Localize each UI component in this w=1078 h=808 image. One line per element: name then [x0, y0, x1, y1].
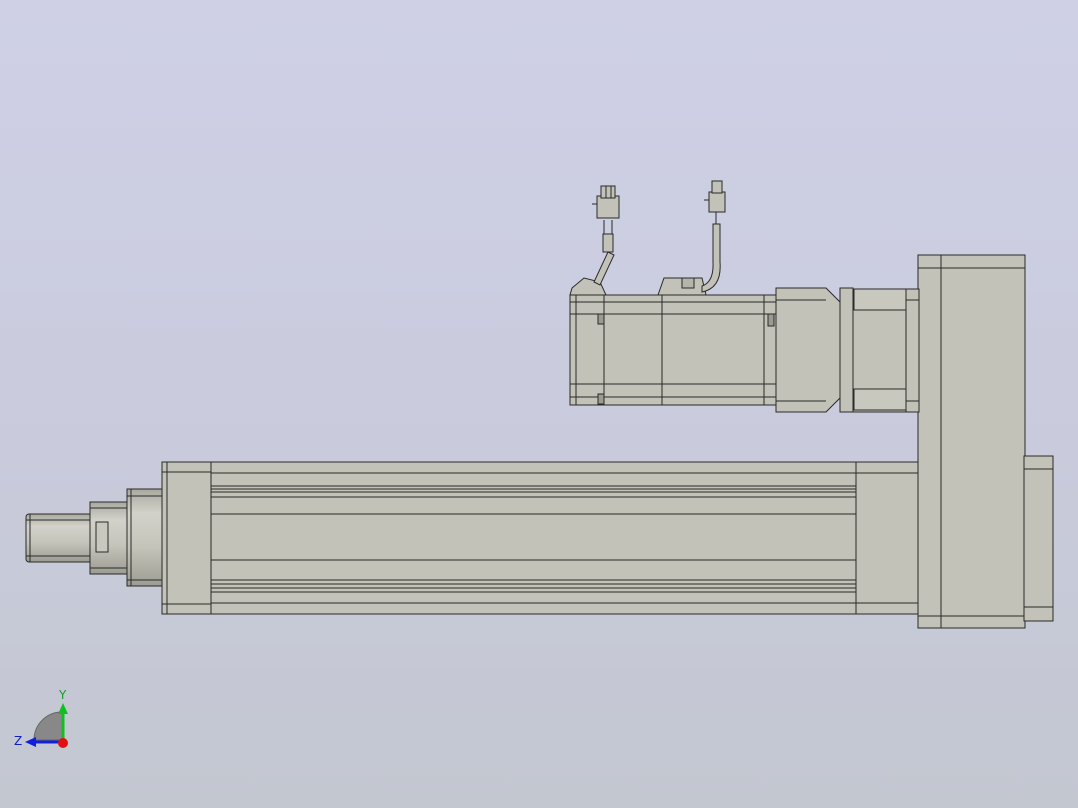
pulley-cap: [1023, 455, 1054, 622]
triad-arc: [33, 711, 63, 741]
orientation-triad[interactable]: Y Z: [14, 688, 68, 748]
front-end-cap: [161, 461, 213, 615]
rod-end: [25, 513, 93, 563]
z-axis-arrowhead: [25, 737, 36, 747]
rod-nut: [89, 501, 129, 575]
motor-coupling: [775, 287, 854, 413]
x-axis-dot: [58, 738, 68, 748]
encoder-connector: [704, 180, 726, 213]
y-axis-label: Y: [58, 688, 67, 702]
motor-adapter: [850, 288, 920, 413]
actuator-model[interactable]: [25, 180, 1054, 629]
servo-motor: [569, 294, 777, 406]
power-connector: [592, 185, 620, 219]
encoder-cable-gland: [657, 223, 721, 296]
power-cable-gland: [569, 251, 615, 296]
power-cable: [602, 220, 614, 253]
front-flange: [126, 488, 164, 587]
belt-cover-housing: [917, 254, 1026, 629]
rear-end-block: [855, 461, 920, 615]
y-axis-arrowhead: [58, 703, 68, 714]
cad-viewport[interactable]: Y Z: [0, 0, 1078, 808]
z-axis-label: Z: [14, 734, 22, 748]
actuator-body: [210, 461, 858, 615]
